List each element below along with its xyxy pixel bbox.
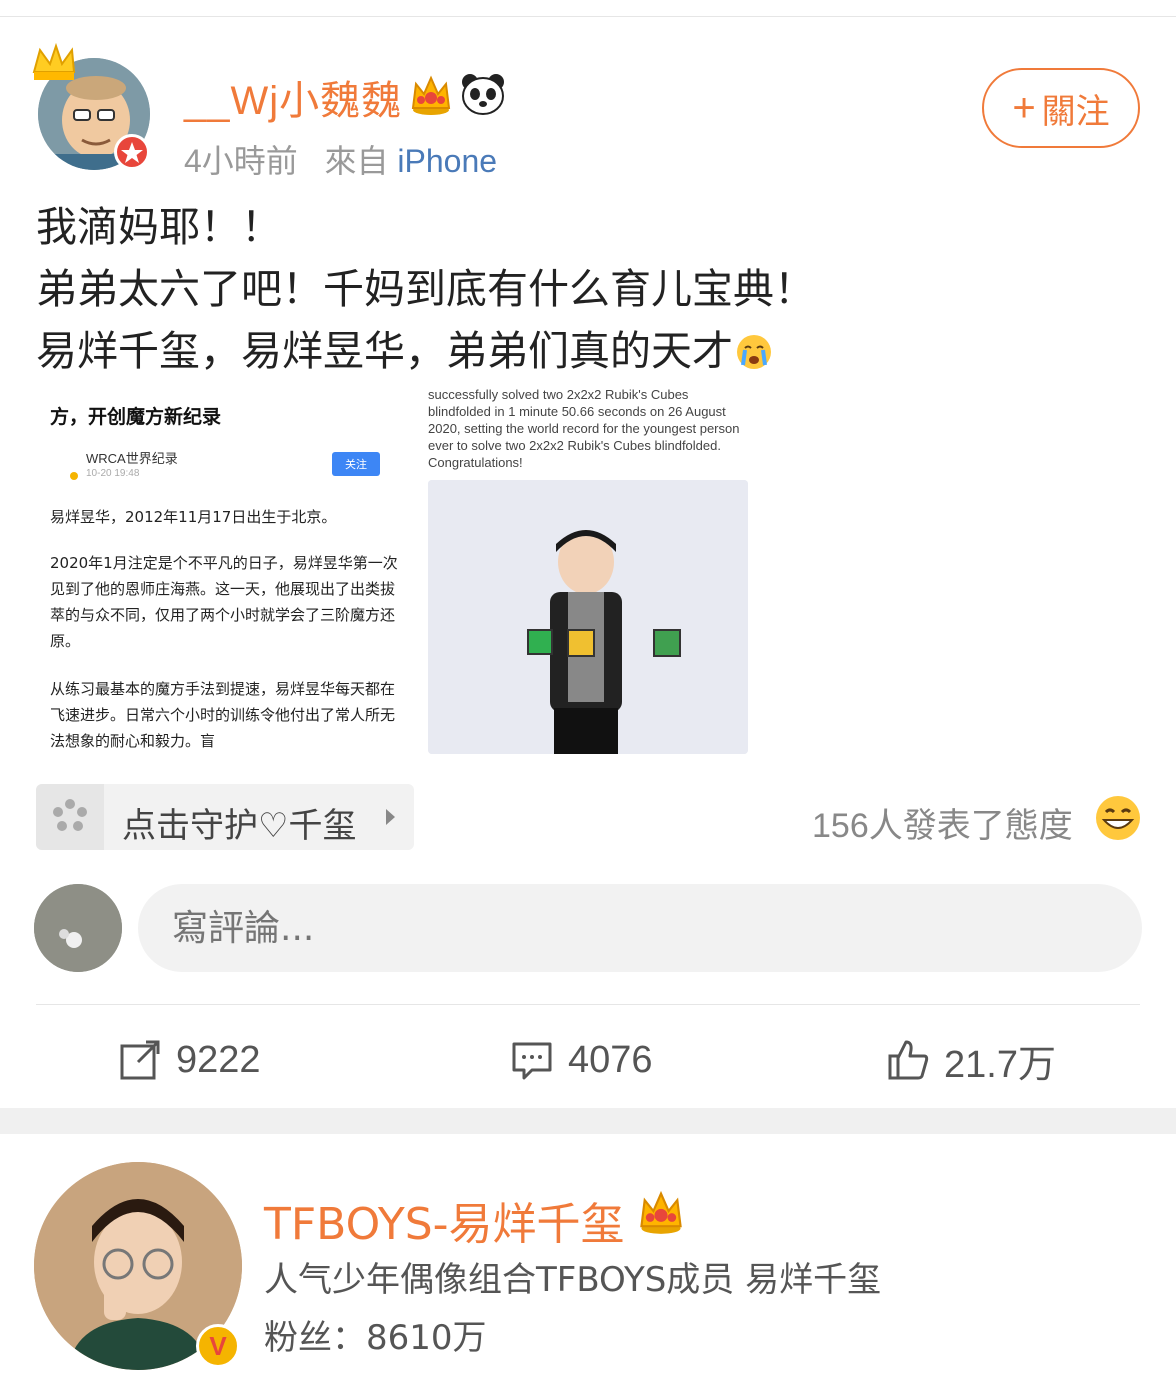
comment-input[interactable]: [138, 884, 1142, 972]
child-photo: [428, 480, 748, 754]
plus-icon: +: [1012, 86, 1036, 130]
post-meta: 4小時前 來自 iPhone: [184, 136, 497, 182]
related-user-name[interactable]: TFBOYS-易烊千玺: [264, 1188, 625, 1252]
article-paragraph-2: 2020年1月注定是个不平凡的日子，易烊昱华第一次见到了他的恩师庄海燕。这一天，…: [50, 554, 398, 650]
panda-badge-icon: [462, 74, 504, 115]
follow-button[interactable]: + 關注: [982, 68, 1140, 148]
post-body: 我滴妈耶！！ 弟弟太六了吧！千妈到底有什么育儿宝典！ 易烊千玺，易烊昱华，弟弟们…: [36, 196, 815, 382]
post-line-1: 我滴妈耶！！: [36, 203, 282, 251]
repost-count: 9222: [176, 1038, 261, 1081]
grinning-face-icon[interactable]: [1094, 794, 1142, 842]
super-topic-label: 点击守护♡千玺: [122, 806, 357, 846]
post-image-photo[interactable]: successfully solved two 2x2x2 Rubik's Cu…: [426, 384, 756, 754]
crown-badge-icon: [411, 75, 451, 115]
super-topic-button[interactable]: 点击守护♡千玺: [36, 784, 414, 850]
section-gap: [0, 1108, 1176, 1134]
article-date: 10-20 19:48: [86, 468, 140, 479]
article-paragraph-1: 易烊昱华，2012年11月17日出生于北京。: [50, 508, 337, 526]
article-paragraph-3: 从练习最基本的魔方手法到提速，易烊昱华每天都在飞速进步。日常六个小时的训练令他付…: [50, 680, 396, 750]
post-source-prefix: 來自: [324, 143, 389, 179]
post-line-2: 弟弟太六了吧！千妈到底有什么育儿宝典！: [36, 265, 815, 313]
post-image-article[interactable]: 方，开创魔方新纪录 WRCA世界纪录 10-20 19:48 关注 易烊昱华，2…: [36, 384, 416, 754]
follow-label: 關注: [1041, 92, 1110, 131]
article-follow-button: 关注: [332, 452, 380, 476]
crying-face-icon: [737, 335, 771, 369]
article-headline: 方，开创魔方新纪录: [50, 406, 222, 428]
chevron-right-icon: [386, 809, 395, 825]
post-time: 4小時前: [184, 143, 298, 179]
related-user-description: 人气少年偶像组合TFBOYS成员 易烊千玺: [264, 1260, 882, 1300]
comment-count: 4076: [568, 1038, 653, 1081]
crown-decoration-icon: [32, 42, 76, 80]
repost-button[interactable]: 9222: [118, 1032, 261, 1088]
comment-button[interactable]: 4076: [510, 1032, 653, 1088]
related-user-fans: 粉丝：8610万: [264, 1318, 487, 1358]
action-divider: [36, 1004, 1140, 1005]
repost-icon: [120, 1040, 160, 1080]
thumbs-up-icon: [888, 1040, 929, 1080]
post-line-3: 易烊千玺，易烊昱华，弟弟们真的天才: [36, 327, 733, 375]
verified-badge-icon: V: [196, 1324, 240, 1368]
article-dot: [70, 472, 78, 480]
top-divider: [0, 16, 1176, 17]
comment-icon: [512, 1042, 552, 1080]
crown-badge-icon: [640, 1190, 682, 1234]
my-avatar[interactable]: [34, 884, 122, 972]
super-topic-icon: [36, 784, 104, 850]
author-name[interactable]: __Wj小魏魏: [184, 68, 402, 126]
like-count: 21.7万: [944, 1043, 1056, 1086]
reaction-count[interactable]: 156人發表了態度: [812, 798, 1073, 847]
post-line-3-wrap: 易烊千玺，易烊昱华，弟弟们真的天才: [36, 320, 815, 382]
post-source[interactable]: iPhone: [397, 143, 497, 179]
member-badge-icon: [114, 134, 150, 170]
like-button[interactable]: 21.7万: [886, 1032, 1056, 1088]
record-caption: successfully solved two 2x2x2 Rubik's Cu…: [428, 387, 740, 470]
article-account: WRCA世界纪录: [86, 451, 178, 466]
author-avatar[interactable]: [30, 42, 160, 172]
